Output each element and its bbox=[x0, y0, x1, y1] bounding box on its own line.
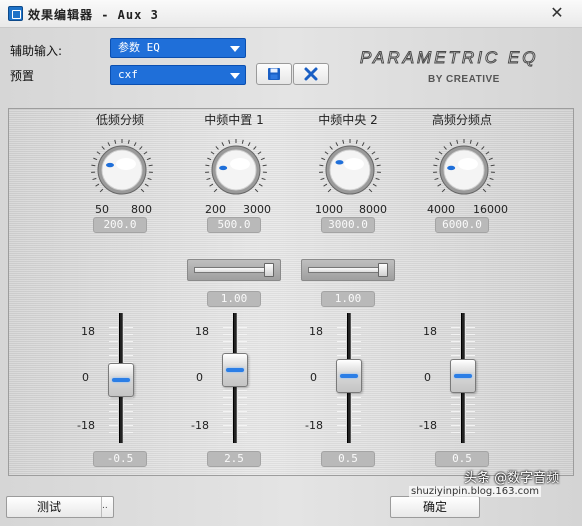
knob-min-label: 200 bbox=[205, 203, 226, 216]
gain-scale-mid: 0 bbox=[310, 371, 317, 384]
source-url: shuziyinpin.blog.163.com bbox=[409, 486, 541, 497]
frequency-knob-mid1[interactable] bbox=[203, 137, 269, 203]
gain-scale-top: 18 bbox=[81, 325, 95, 338]
knob-min-label: 50 bbox=[95, 203, 109, 216]
frequency-value-mid1[interactable]: 500.0 bbox=[207, 217, 261, 233]
frequency-knob-high[interactable] bbox=[431, 137, 497, 203]
aux-input-select[interactable]: 参数 EQ bbox=[110, 38, 246, 58]
knob-max-label: 16000 bbox=[473, 203, 508, 216]
x-icon bbox=[304, 67, 318, 81]
floppy-disk-icon bbox=[268, 68, 280, 80]
knob-min-label: 4000 bbox=[427, 203, 455, 216]
gain-fader-mid1[interactable] bbox=[215, 313, 255, 443]
knob-max-label: 8000 bbox=[359, 203, 387, 216]
effect-editor-window: 辅助输入: 参数 EQ 预置 cxf PARAMETRIC EQ BY CREA… bbox=[0, 28, 582, 526]
band-title-mid1: 中频中置 1 bbox=[204, 113, 264, 127]
frequency-knob-mid2[interactable] bbox=[317, 137, 383, 203]
gain-scale-bottom: -18 bbox=[191, 419, 209, 432]
knob-indicator bbox=[335, 160, 344, 165]
q-slider-mid1[interactable] bbox=[187, 259, 281, 281]
q-slider-track bbox=[194, 267, 274, 273]
knob-max-label: 800 bbox=[131, 203, 152, 216]
band-title-mid2: 中频中央 2 bbox=[318, 113, 378, 127]
aux-input-label: 辅助输入: bbox=[10, 44, 63, 58]
band-title-high: 高频分频点 bbox=[431, 113, 492, 127]
gain-scale-mid: 0 bbox=[196, 371, 203, 384]
q-slider-thumb[interactable] bbox=[264, 263, 275, 277]
save-preset-button[interactable] bbox=[256, 63, 292, 85]
gain-value-low[interactable]: -0.5 bbox=[93, 451, 147, 467]
gain-scale-top: 18 bbox=[195, 325, 209, 338]
gain-scale-mid: 0 bbox=[424, 371, 431, 384]
brand-title: PARAMETRIC EQ bbox=[359, 48, 539, 68]
title-bar[interactable]: 效果编辑器 - Aux 3 ✕ bbox=[0, 0, 582, 28]
test-label: 测试 bbox=[37, 500, 62, 514]
ok-button[interactable]: 确定 bbox=[390, 496, 480, 518]
frequency-knob-low[interactable] bbox=[89, 137, 155, 203]
brand-logo: PARAMETRIC EQ BY CREATIVE bbox=[356, 46, 572, 90]
gain-scale-bottom: -18 bbox=[305, 419, 323, 432]
gain-scale-top: 18 bbox=[309, 325, 323, 338]
knob-max-label: 3000 bbox=[243, 203, 271, 216]
window-title: 效果编辑器 - Aux 3 bbox=[28, 8, 159, 22]
ok-label: 确定 bbox=[422, 500, 447, 514]
gain-fader-low[interactable] bbox=[101, 313, 141, 443]
test-options-button[interactable]: .. bbox=[101, 497, 115, 517]
gain-scale-top: 18 bbox=[423, 325, 437, 338]
knob-indicator bbox=[447, 165, 456, 171]
q-slider-track bbox=[308, 267, 388, 273]
watermark: 头条 @数字音频 bbox=[464, 471, 560, 486]
fader-cap[interactable] bbox=[108, 362, 134, 397]
gain-value-high[interactable]: 0.5 bbox=[435, 451, 489, 467]
close-button[interactable]: ✕ bbox=[546, 3, 568, 23]
delete-preset-button[interactable] bbox=[293, 63, 329, 85]
band-title-low: 低频分频 bbox=[95, 113, 144, 127]
gain-scale-mid: 0 bbox=[82, 371, 89, 384]
gain-fader-mid2[interactable] bbox=[329, 313, 369, 443]
frequency-value-high[interactable]: 6000.0 bbox=[435, 217, 489, 233]
q-value-mid1[interactable]: 1.00 bbox=[207, 291, 261, 307]
gain-value-mid2[interactable]: 0.5 bbox=[321, 451, 375, 467]
gain-scale-bottom: -18 bbox=[77, 419, 95, 432]
aux-input-value: 参数 EQ bbox=[118, 41, 160, 54]
q-slider-mid2[interactable] bbox=[301, 259, 395, 281]
eq-panel: 低频分频 中频中置 1 中频中央 2 高频分频点 50 800 200 3000… bbox=[8, 108, 574, 476]
preset-value: cxf bbox=[118, 68, 138, 81]
app-icon bbox=[8, 6, 23, 21]
chevron-down-icon bbox=[230, 46, 240, 52]
knob-min-label: 1000 bbox=[315, 203, 343, 216]
frequency-value-low[interactable]: 200.0 bbox=[93, 217, 147, 233]
gain-value-mid1[interactable]: 2.5 bbox=[207, 451, 261, 467]
test-button[interactable]: 测试 .. bbox=[6, 496, 114, 518]
q-value-mid2[interactable]: 1.00 bbox=[321, 291, 375, 307]
gain-scale-bottom: -18 bbox=[419, 419, 437, 432]
gain-fader-high[interactable] bbox=[443, 313, 483, 443]
brand-subtitle: BY CREATIVE bbox=[428, 74, 500, 85]
fader-cap[interactable] bbox=[450, 359, 476, 394]
knob-indicator bbox=[105, 162, 114, 168]
preset-label: 预置 bbox=[10, 69, 35, 83]
knob-indicator bbox=[219, 165, 228, 171]
q-slider-thumb[interactable] bbox=[378, 263, 389, 277]
frequency-value-mid2[interactable]: 3000.0 bbox=[321, 217, 375, 233]
fader-cap[interactable] bbox=[222, 353, 248, 388]
chevron-down-icon bbox=[230, 73, 240, 79]
fader-cap[interactable] bbox=[336, 359, 362, 394]
preset-select[interactable]: cxf bbox=[110, 65, 246, 85]
